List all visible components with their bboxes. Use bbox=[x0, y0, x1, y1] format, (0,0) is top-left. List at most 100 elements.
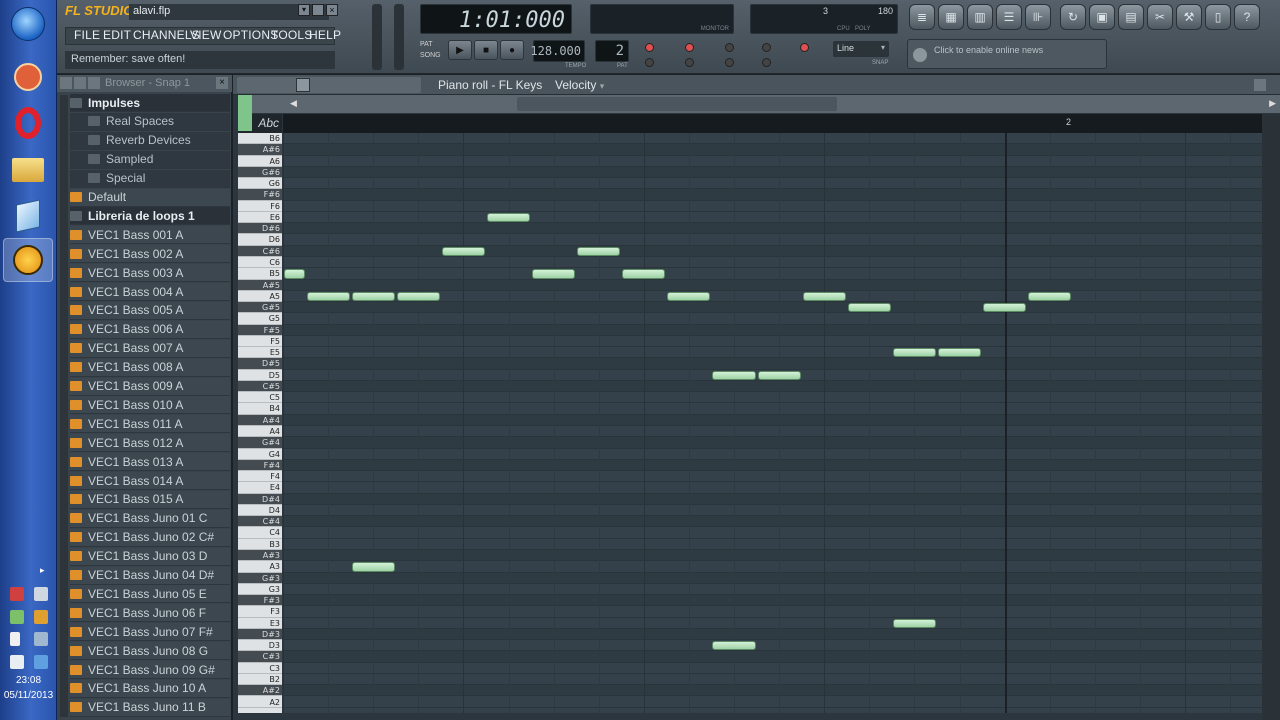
piano-key[interactable]: A2 bbox=[238, 697, 282, 708]
step-edit-toggle[interactable] bbox=[725, 43, 734, 52]
browser-item[interactable]: VEC1 Bass Juno 04 D# bbox=[70, 566, 230, 585]
piano-key[interactable]: F6 bbox=[238, 201, 282, 212]
piano-key[interactable]: A#4 bbox=[238, 414, 282, 427]
browser-item[interactable]: VEC1 Bass Juno 07 F# bbox=[70, 623, 230, 642]
piano-keyboard[interactable]: B6 A#6 A6 G#6 G6 F#6 F6 E6 D#6 D6 C#6 C6 B5 A#5 A5 G#5 G… bbox=[238, 133, 282, 713]
browser-item[interactable]: VEC1 Bass Juno 05 E bbox=[70, 585, 230, 604]
browser-nav-icon[interactable] bbox=[74, 77, 86, 89]
taskbar-clock[interactable]: 23:08 05/11/2013 bbox=[0, 675, 57, 702]
browser-item[interactable]: VEC1 Bass Juno 06 F bbox=[70, 604, 230, 623]
play-button[interactable]: ▶ bbox=[448, 40, 472, 60]
master-pitch-slider[interactable] bbox=[394, 4, 404, 70]
tray-security-icon[interactable] bbox=[34, 610, 48, 624]
midi-note[interactable] bbox=[306, 291, 350, 302]
tray-expand-icon[interactable]: ▸ bbox=[40, 565, 45, 576]
midi-note[interactable] bbox=[983, 303, 1027, 313]
browser-item[interactable]: VEC1 Bass Juno 03 D bbox=[70, 547, 230, 566]
countdown-toggle[interactable] bbox=[685, 43, 694, 52]
piano-key[interactable]: A3 bbox=[238, 561, 282, 573]
browser-item[interactable]: VEC1 Bass Juno 10 A bbox=[70, 679, 230, 698]
tray-network-icon[interactable] bbox=[10, 587, 24, 601]
taskbar-fl-studio[interactable] bbox=[3, 238, 53, 282]
master-volume-slider[interactable] bbox=[372, 4, 382, 70]
render-button[interactable]: ▤ bbox=[1118, 4, 1144, 30]
piano-key[interactable]: G#5 bbox=[238, 302, 282, 314]
horizontal-scrollbar[interactable]: ◀ ▶ bbox=[238, 95, 1280, 113]
scrollbar-thumb[interactable] bbox=[517, 97, 837, 111]
midi-note[interactable] bbox=[577, 246, 621, 256]
browser-item[interactable]: VEC1 Bass 006 A bbox=[70, 320, 230, 339]
stop-button[interactable]: ■ bbox=[474, 40, 498, 60]
browser-item[interactable]: Real Spaces bbox=[70, 112, 230, 131]
tray-volume-icon[interactable] bbox=[10, 655, 24, 669]
piano-key[interactable]: D4 bbox=[238, 505, 282, 517]
piano-key[interactable]: A#6 bbox=[238, 144, 282, 156]
time-display[interactable]: 1:01:000 bbox=[420, 4, 572, 34]
browser-item[interactable]: VEC1 Bass 010 A bbox=[70, 396, 230, 415]
time-ruler[interactable]: 2 bbox=[283, 114, 1262, 133]
piano-key[interactable]: C4 bbox=[238, 527, 282, 539]
close-button[interactable]: × bbox=[326, 4, 338, 16]
piano-key[interactable]: G5 bbox=[238, 313, 282, 325]
piano-key[interactable]: G#4 bbox=[238, 437, 282, 449]
save-button[interactable]: ▣ bbox=[1089, 4, 1115, 30]
piano-key[interactable]: E5 bbox=[238, 347, 282, 359]
piano-key[interactable]: B4 bbox=[238, 403, 282, 415]
browser-item[interactable]: VEC1 Bass Juno 08 G bbox=[70, 642, 230, 661]
cpu-poly-meter[interactable]: 3 180 CPU POLY bbox=[750, 4, 898, 34]
tray-flag-icon[interactable] bbox=[10, 632, 20, 646]
playlist-button[interactable]: ≣ bbox=[909, 4, 935, 30]
typing-keyboard-toggle[interactable] bbox=[645, 43, 654, 52]
menu-file[interactable]: FILE bbox=[74, 28, 100, 45]
browser-item[interactable]: Special bbox=[70, 169, 230, 188]
zoom-handle[interactable] bbox=[238, 95, 252, 131]
piano-key[interactable]: D#5 bbox=[238, 358, 282, 370]
piano-key[interactable]: E6 bbox=[238, 212, 282, 224]
piano-key[interactable]: D#6 bbox=[238, 223, 282, 235]
midi-note[interactable] bbox=[712, 370, 756, 380]
vertical-scrollbar[interactable] bbox=[1262, 114, 1280, 720]
piano-key[interactable]: C#5 bbox=[238, 380, 282, 393]
piano-key[interactable]: F5 bbox=[238, 336, 282, 348]
midi-note[interactable] bbox=[937, 348, 982, 358]
piano-key[interactable]: F3 bbox=[238, 606, 282, 618]
browser-item[interactable]: VEC1 Bass 009 A bbox=[70, 377, 230, 396]
metronome-toggle[interactable] bbox=[800, 43, 809, 52]
piano-key[interactable]: C3 bbox=[238, 663, 282, 674]
piano-key[interactable]: A4 bbox=[238, 426, 282, 438]
piano-key[interactable]: G#3 bbox=[238, 572, 282, 584]
piano-key[interactable]: D#4 bbox=[238, 493, 282, 505]
settings-button[interactable]: ⚒ bbox=[1176, 4, 1202, 30]
browser-item[interactable]: VEC1 Bass Juno 11 B bbox=[70, 698, 230, 717]
piano-key[interactable]: B6 bbox=[238, 133, 282, 145]
piano-key[interactable]: A#5 bbox=[238, 279, 282, 291]
piano-key[interactable]: F#4 bbox=[238, 459, 282, 472]
multilink-toggle[interactable] bbox=[762, 58, 771, 67]
browser-close-icon[interactable]: × bbox=[216, 77, 228, 89]
browser-item[interactable]: VEC1 Bass 011 A bbox=[70, 415, 230, 434]
piano-key[interactable]: F#6 bbox=[238, 189, 282, 201]
piano-key[interactable]: E4 bbox=[238, 482, 282, 494]
waveform-monitor[interactable]: MONITOR bbox=[590, 4, 734, 34]
piano-key[interactable]: A#3 bbox=[238, 549, 282, 562]
pencil-tool-icon[interactable] bbox=[296, 78, 310, 92]
browser-item[interactable]: VEC1 Bass 013 A bbox=[70, 453, 230, 472]
piano-roll-maximize-icon[interactable] bbox=[1254, 79, 1266, 91]
browser-item[interactable]: VEC1 Bass Juno 02 C# bbox=[70, 528, 230, 547]
browser-scrollbar[interactable] bbox=[60, 95, 68, 717]
browser-button[interactable]: ☰ bbox=[996, 4, 1022, 30]
menu-view[interactable]: VIEW bbox=[190, 28, 221, 45]
browser-item[interactable]: Reverb Devices bbox=[70, 131, 230, 150]
browser-item[interactable]: VEC1 Bass 014 A bbox=[70, 472, 230, 490]
tools-button[interactable]: ✂ bbox=[1147, 4, 1173, 30]
piano-key[interactable]: G3 bbox=[238, 584, 282, 596]
browser-item[interactable]: Libreria de loops 1 bbox=[70, 207, 230, 226]
midi-note[interactable] bbox=[802, 291, 846, 302]
taskbar-explorer[interactable] bbox=[3, 148, 53, 192]
browser-back-icon[interactable] bbox=[88, 77, 100, 89]
piano-key[interactable]: B3 bbox=[238, 539, 282, 550]
tray-bluetooth-icon[interactable] bbox=[34, 655, 48, 669]
piano-roll-button[interactable]: ▥ bbox=[967, 4, 993, 30]
restore-button[interactable] bbox=[312, 4, 324, 16]
piano-key[interactable]: D#3 bbox=[238, 628, 282, 641]
